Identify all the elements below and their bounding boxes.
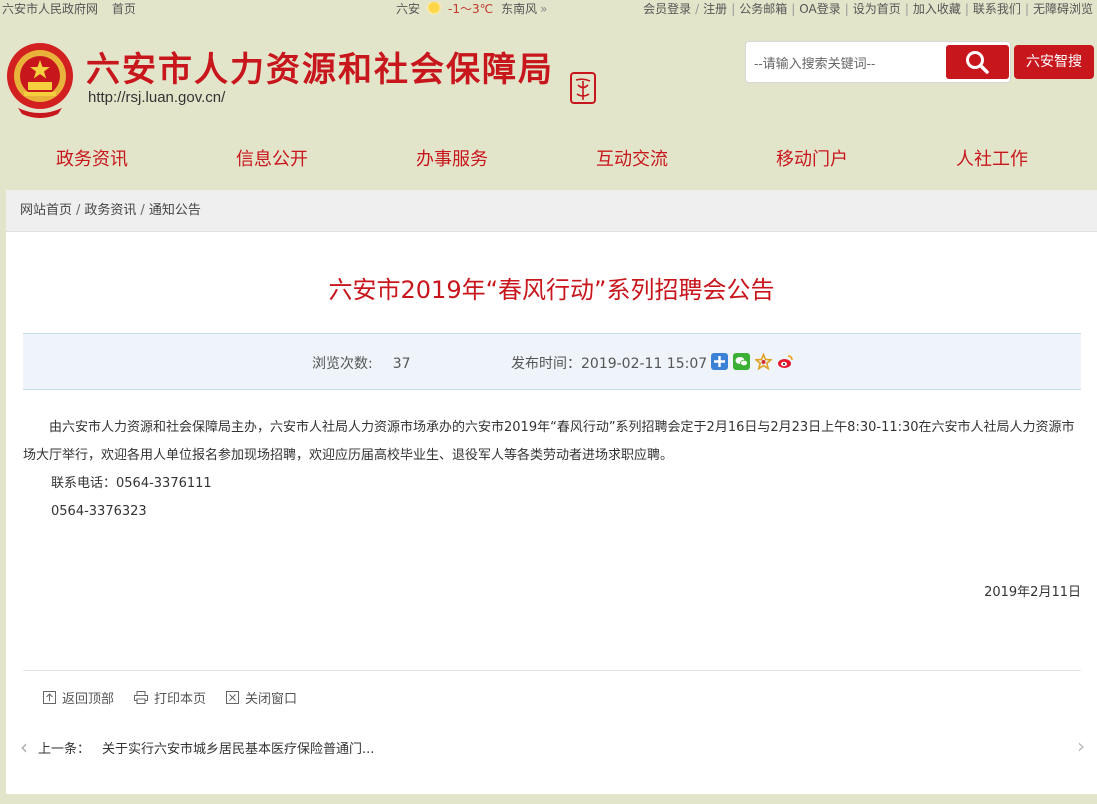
nav-item-services[interactable]: 办事服务 [362,142,542,178]
share-bar [711,352,794,371]
set-home-link[interactable]: 设为首页 [851,2,903,16]
article-info-bar: 浏览次数: 37 发布时间：2019-02-11 15:07 [23,333,1081,390]
city-name: 六安 [396,2,421,16]
mail-link[interactable]: 公务邮箱 [737,2,789,16]
printer-icon [134,691,149,704]
member-login-link[interactable]: 会员登录 [641,2,693,16]
temperature: -1～3℃ [448,2,494,16]
article-paragraph: 由六安市人力资源和社会保障局主办，六安市人社局人力资源市场承办的六安市2019年… [23,420,1075,463]
print-button[interactable]: 打印本页 [134,688,206,707]
publish-time: 发布时间：2019-02-11 15:07 [511,356,708,372]
contact-line: 联系电话：0564-3376111 [51,476,212,491]
site-url: http://rsj.luan.gov.cn/ [88,89,226,106]
phone-line-2: 0564-3376323 [51,504,147,519]
share-plus-icon[interactable] [711,353,728,370]
view-count: 浏览次数: 37 [312,356,411,372]
breadcrumb: 网站首页 / 政务资讯 / 通知公告 [6,190,1097,232]
weather-widget: 六安 -1～3℃ 东南风 » [396,0,547,18]
divider [23,670,1081,671]
register-link[interactable]: 注册 [701,2,729,16]
national-emblem-logo [4,38,76,118]
oa-login-link[interactable]: OA登录 [797,2,842,16]
search-icon [966,51,989,74]
chevron-left-icon: ‹ [20,735,28,759]
home-link[interactable]: 首页 [112,2,146,16]
content-panel: 网站首页 / 政务资讯 / 通知公告 六安市2019年“春风行动”系列招聘会公告 浏览次… [6,190,1097,794]
wind: 东南风 [501,2,538,16]
article-title: 六安市2019年“春风行动”系列招聘会公告 [328,276,775,304]
nav-item-hr-work[interactable]: 人社工作 [902,142,1082,178]
sun-icon [424,2,445,16]
chevron-right-icon[interactable]: » [540,0,547,18]
smart-search-button[interactable]: 六安智搜 [1014,45,1094,79]
search-input[interactable] [754,47,942,79]
breadcrumb-notices[interactable]: 通知公告 [149,203,201,218]
prev-article-link[interactable]: ‹ 上一条： 关于实行六安市城乡居民基本医疗保险普通门... [20,735,374,759]
close-window-button[interactable]: 关闭窗口 [226,688,297,707]
nav-item-interaction[interactable]: 互动交流 [542,142,722,178]
top-bar: 六安市人民政府网 首页 六安 -1～3℃ 东南风 » 会员登录 / 注册 | 公务邮箱 |… [0,0,1097,18]
chevron-right-icon[interactable]: › [1077,734,1085,758]
favorite-link[interactable]: 加入收藏 [911,2,963,16]
close-icon [226,691,240,704]
search-button[interactable] [946,45,1009,79]
arrow-up-icon [43,691,56,704]
contact-link[interactable]: 联系我们 [971,2,1023,16]
nav-item-info-disclosure[interactable]: 信息公开 [182,142,362,178]
wechat-icon[interactable] [733,353,750,370]
main-nav: 政务资讯 信息公开 办事服务 互动交流 移动门户 人社工作 [0,142,1097,182]
sign-date: 2019年2月11日 [984,585,1081,600]
site-title: 六安市人力资源和社会保障局 [86,50,554,90]
article-tools: 返回顶部 打印本页 关闭窗口 [43,688,297,707]
breadcrumb-news[interactable]: 政务资讯 [84,203,136,218]
top-links: 会员登录 / 注册 | 公务邮箱 | OA登录 | 设为首页 | 加入收藏 | 联系我们 | 无障碍浏览 [641,2,1095,16]
accessibility-link[interactable]: 无障碍浏览 [1031,2,1095,16]
weibo-icon[interactable] [777,353,794,370]
seal-stamp-logo [570,72,596,104]
article-body: 由六安市人力资源和社会保障局主办，六安市人社局人力资源市场承办的六安市2019年… [23,414,1081,526]
nav-item-mobile[interactable]: 移动门户 [722,142,902,178]
gov-site-link[interactable]: 六安市人民政府网 [2,2,108,16]
favorite-star-icon[interactable] [753,352,774,371]
back-to-top-button[interactable]: 返回顶部 [43,688,114,707]
breadcrumb-home[interactable]: 网站首页 [20,203,72,218]
nav-item-news[interactable]: 政务资讯 [2,142,182,178]
